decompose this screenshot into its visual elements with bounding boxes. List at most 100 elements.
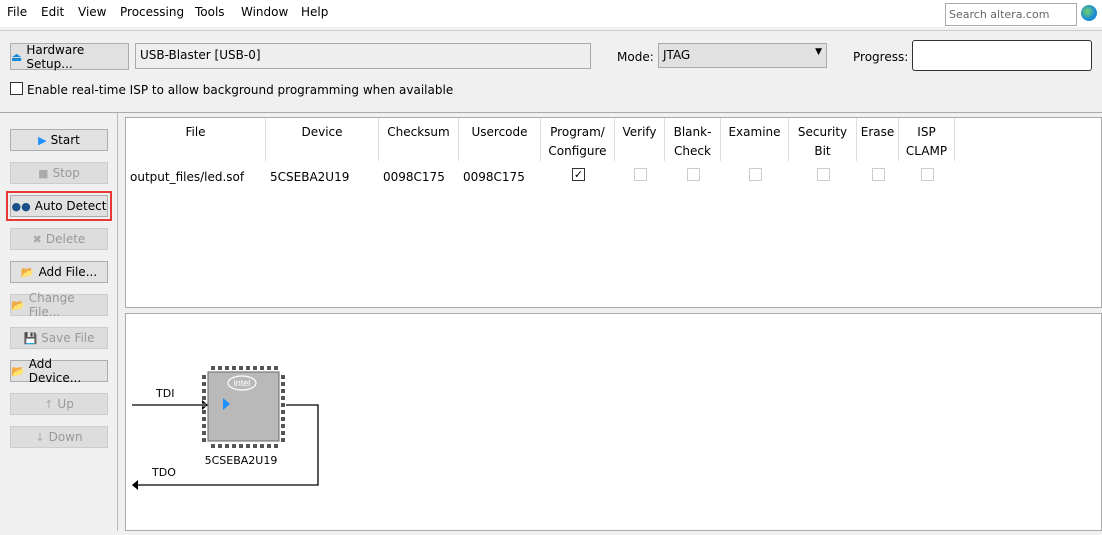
chip-pin: [260, 444, 264, 448]
chip-pin: [281, 389, 285, 393]
chip-pin: [281, 403, 285, 407]
column-header[interactable]: Examine: [721, 118, 789, 161]
hardware-icon: ⏏: [11, 49, 23, 64]
chip-pin: [232, 444, 236, 448]
column-header[interactable]: Program/Configure: [541, 118, 615, 161]
column-header[interactable]: Blank- Check: [665, 118, 721, 161]
column-header[interactable]: Security Bit: [789, 118, 857, 161]
search-input[interactable]: Search altera.com: [945, 3, 1077, 26]
tdo-arrow: [132, 480, 138, 490]
chevron-down-icon: ▼: [815, 47, 822, 57]
header-text: Checksum: [387, 125, 450, 139]
header-text: ISP: [917, 125, 936, 139]
menu-window[interactable]: Window: [241, 5, 288, 19]
button-label: Add Device...: [28, 357, 82, 385]
cell-file: output_files/led.sof: [130, 170, 245, 184]
chip-pin: [260, 366, 264, 370]
column-header[interactable]: Verify: [615, 118, 665, 161]
stop-button[interactable]: ■ Stop: [10, 162, 108, 184]
chip-label[interactable]: 5CSEBA2U19: [205, 454, 278, 467]
column-header[interactable]: Checksum: [379, 118, 459, 161]
menu-file[interactable]: File: [7, 5, 27, 19]
diagram-svg: intel TDI TDO 5CSEBA2U19: [132, 366, 319, 490]
chip-pin: [281, 375, 285, 379]
chip-pin: [232, 366, 236, 370]
auto-detect-button[interactable]: ●● Auto Detect: [6, 191, 112, 221]
change-file-button[interactable]: 📂 Change File...: [10, 291, 108, 319]
tdo-label: TDO: [151, 466, 176, 479]
chip-pin: [246, 444, 250, 448]
menu-tools[interactable]: Tools: [195, 5, 225, 19]
chip-pin: [202, 417, 206, 421]
hardware-setup-button[interactable]: ⏏ Hardware Setup...: [10, 43, 129, 71]
verify-checkbox[interactable]: [634, 168, 647, 181]
progress-label: Progress:: [853, 50, 909, 64]
mode-value: JTAG: [663, 48, 691, 62]
globe-icon[interactable]: [1081, 5, 1097, 21]
menu-help[interactable]: Help: [301, 5, 328, 19]
column-header[interactable]: Erase: [857, 118, 899, 161]
menu-view[interactable]: View: [78, 5, 106, 19]
blank-check-checkbox[interactable]: [687, 168, 700, 181]
chip-pin: [202, 375, 206, 379]
program-checkbox[interactable]: ✓: [572, 168, 585, 181]
start-button[interactable]: ▶ Start: [10, 129, 108, 151]
header-text: File: [185, 125, 206, 139]
tdi-label: TDI: [155, 387, 174, 400]
button-label: Save File: [41, 331, 95, 345]
header-text: Erase: [860, 125, 895, 139]
chip-pin: [202, 424, 206, 428]
header-text: Program/: [550, 125, 605, 139]
add-file-icon: 📂: [20, 265, 35, 279]
security-checkbox[interactable]: [817, 168, 830, 181]
column-header[interactable]: File: [126, 118, 266, 161]
divider: [0, 112, 1102, 113]
save-icon: 💾: [23, 331, 38, 345]
binoculars-icon: ●●: [11, 199, 31, 213]
chip-pin: [267, 366, 271, 370]
chip-pin: [267, 444, 271, 448]
chip-pin: [281, 396, 285, 400]
header-text: Usercode: [471, 125, 528, 139]
chip-pin: [281, 431, 285, 435]
add-device-icon: 📂: [11, 364, 25, 378]
chip-pin: [202, 438, 206, 442]
mode-select[interactable]: JTAG ▼: [658, 43, 827, 68]
chip-pin: [202, 389, 206, 393]
add-file-button[interactable]: 📂 Add File...: [10, 261, 108, 283]
delete-icon: ✖: [32, 232, 42, 246]
button-label: Start: [50, 133, 80, 147]
chip-pin: [225, 366, 229, 370]
up-icon: ↑: [44, 397, 54, 411]
chip-pin: [239, 366, 243, 370]
add-device-button[interactable]: 📂 Add Device...: [10, 357, 108, 385]
up-button[interactable]: ↑ Up: [10, 393, 108, 415]
column-header[interactable]: Device: [266, 118, 379, 161]
erase-checkbox[interactable]: [872, 168, 885, 181]
isp-clamp-checkbox[interactable]: [921, 168, 934, 181]
change-file-icon: 📂: [11, 298, 25, 312]
button-label: Down: [48, 430, 83, 444]
down-button[interactable]: ↓ Down: [10, 426, 108, 448]
down-icon: ↓: [35, 430, 45, 444]
isp-checkbox[interactable]: [10, 82, 23, 95]
chip-pin: [202, 410, 206, 414]
header-text: Configure: [548, 144, 607, 158]
file-table: File Device Checksum Usercode Program/Config…: [125, 117, 1102, 308]
column-header[interactable]: ISP CLAMP: [899, 118, 955, 161]
button-label: Add File...: [38, 265, 98, 279]
column-header[interactable]: Usercode: [459, 118, 541, 161]
menu-processing[interactable]: Processing: [120, 5, 184, 19]
chip-pin: [202, 431, 206, 435]
chip-pin: [211, 366, 215, 370]
header-text: Examine: [728, 125, 781, 139]
examine-checkbox[interactable]: [749, 168, 762, 181]
chip-pin: [253, 444, 257, 448]
chip-pin: [281, 438, 285, 442]
chip-pin: [239, 444, 243, 448]
save-file-button[interactable]: 💾 Save File: [10, 327, 108, 349]
delete-button[interactable]: ✖ Delete: [10, 228, 108, 250]
chain-diagram: intel TDI TDO 5CSEBA2U19: [125, 313, 1102, 531]
button-label: Up: [57, 397, 74, 411]
menu-edit[interactable]: Edit: [41, 5, 64, 19]
